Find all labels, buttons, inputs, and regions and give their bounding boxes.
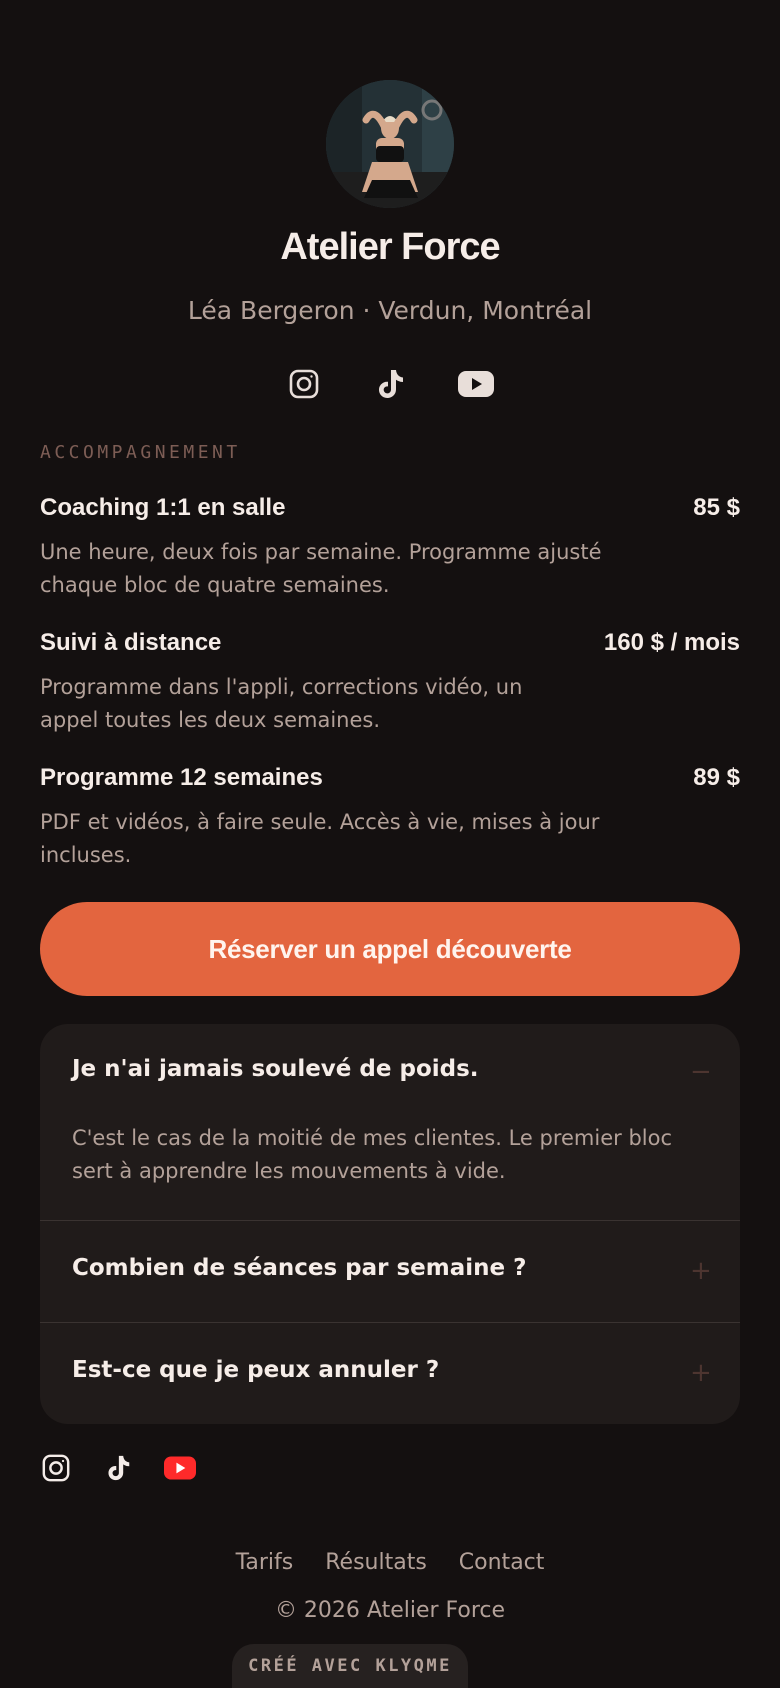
collapse-icon[interactable]: − — [690, 1059, 712, 1085]
offer-title: Suivi à distance — [40, 629, 222, 656]
section-eyebrow: ACCOMPAGNEMENT — [40, 442, 241, 463]
social-links-top — [40, 366, 740, 402]
tiktok-icon[interactable] — [372, 366, 408, 402]
footer-link-resultats[interactable]: Résultats — [325, 1550, 427, 1575]
offer-description: PDF et vidéos, à faire seule. Accès à vi… — [40, 810, 600, 867]
faq-answer: C'est le cas de la moitié de mes cliente… — [72, 1126, 673, 1183]
offer-title: Programme 12 semaines — [40, 764, 323, 791]
expand-icon[interactable]: + — [690, 1258, 712, 1284]
made-with-badge[interactable]: CRÉÉ AVEC KLYQME — [232, 1644, 468, 1688]
footer-link-tarifs[interactable]: Tarifs — [236, 1550, 294, 1575]
footer-nav: Tarifs Résultats Contact — [40, 1550, 740, 1575]
youtube-icon[interactable] — [164, 1452, 196, 1484]
offer-description: Programme dans l'appli, corrections vidé… — [40, 675, 523, 732]
location-subtitle: Léa Bergeron · Verdun, Montréal — [187, 296, 593, 325]
instagram-icon[interactable] — [40, 1452, 72, 1484]
copyright: © 2026 Atelier Force — [274, 1598, 506, 1623]
offer-price: 160 $ / mois — [603, 629, 740, 656]
faq-item[interactable]: Combien de séances par semaine ? + — [40, 1220, 740, 1322]
offer-title: Coaching 1:1 en salle — [40, 494, 286, 521]
instagram-icon[interactable] — [286, 366, 322, 402]
youtube-icon[interactable] — [458, 366, 494, 402]
faq-item[interactable]: Est-ce que je peux annuler ? + — [40, 1322, 740, 1424]
tiktok-icon[interactable] — [102, 1452, 134, 1484]
offer-item: Suivi à distance 160 $ / mois Programme … — [40, 629, 740, 737]
offer-description: Une heure, deux fois par semaine. Progra… — [40, 540, 602, 597]
social-links-bottom — [40, 1452, 196, 1484]
expand-icon[interactable]: + — [690, 1360, 712, 1386]
offer-price: 89 $ — [693, 764, 740, 791]
brand-title: Atelier Force — [280, 226, 500, 268]
offer-price: 85 $ — [693, 494, 740, 521]
faq-question: Combien de séances par semaine ? — [72, 1255, 527, 1281]
faq-question: Je n'ai jamais soulevé de poids. — [72, 1056, 479, 1082]
offer-item: Coaching 1:1 en salle 85 $ Une heure, de… — [40, 494, 740, 602]
avatar — [326, 80, 454, 208]
footer-link-contact[interactable]: Contact — [459, 1550, 545, 1575]
faq-question: Est-ce que je peux annuler ? — [72, 1357, 440, 1383]
offer-item: Programme 12 semaines 89 $ PDF et vidéos… — [40, 764, 740, 872]
faq-item-open[interactable]: Je n'ai jamais soulevé de poids. − C'est… — [40, 1024, 740, 1220]
book-call-button[interactable]: Réserver un appel découverte — [40, 902, 740, 996]
faq-accordion: Je n'ai jamais soulevé de poids. − C'est… — [40, 1024, 740, 1424]
